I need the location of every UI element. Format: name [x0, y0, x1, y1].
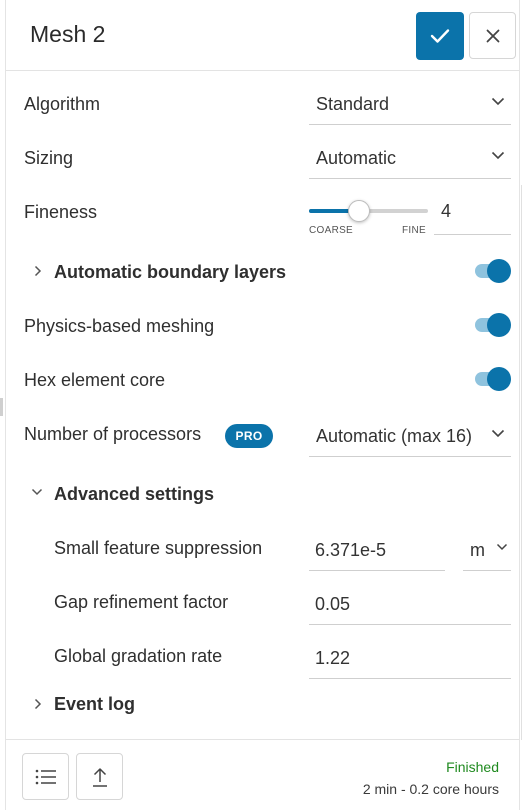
boundary-layers-toggle[interactable]	[475, 259, 511, 283]
panel-header: Mesh 2	[6, 0, 519, 71]
chevron-down-icon	[496, 543, 508, 551]
hex-core-toggle[interactable]	[475, 367, 511, 391]
confirm-button[interactable]	[416, 12, 464, 60]
fineness-slider-handle[interactable]	[347, 200, 370, 222]
chevron-down-icon	[491, 97, 505, 106]
algorithm-label: Algorithm	[24, 94, 101, 114]
event-log-label[interactable]: Event log	[54, 694, 135, 715]
close-icon	[486, 29, 499, 42]
sizing-label: Sizing	[24, 148, 74, 168]
fineness-value: 4	[441, 201, 452, 221]
algorithm-select[interactable]: Standard	[309, 81, 511, 125]
fineness-value-input[interactable]: 4	[434, 193, 511, 235]
list-button[interactable]	[22, 753, 69, 800]
processors-label: Number of processors	[24, 424, 202, 444]
unit-value: m	[470, 540, 485, 560]
pro-badge: PRO	[225, 424, 273, 448]
fineness-label: Fineness	[24, 202, 98, 222]
algorithm-value: Standard	[316, 94, 390, 114]
gradation-rate-value: 1.22	[315, 648, 351, 668]
panel-resize-handle[interactable]	[0, 398, 3, 416]
physics-meshing-label: Physics-based meshing	[24, 316, 215, 336]
toggle-knob	[487, 259, 511, 283]
gradation-rate-input[interactable]: 1.22	[309, 635, 511, 679]
gradation-rate-label: Global gradation rate	[54, 646, 223, 666]
page-title: Mesh 2	[30, 21, 106, 47]
run-cost-text: 2 min - 0.2 core hours	[362, 781, 499, 797]
processors-value: Automatic (max 16)	[316, 426, 473, 446]
small-feature-label: Small feature suppression	[54, 538, 263, 558]
panel-footer: Finished 2 min - 0.2 core hours	[6, 739, 519, 811]
gap-refinement-value: 0.05	[315, 594, 351, 614]
toggle-knob	[487, 313, 511, 337]
unit-select[interactable]: m	[463, 527, 511, 571]
mesh-settings-panel: Mesh 2 Algorithm Standard Sizing Automat…	[5, 0, 522, 811]
scrollbar-track[interactable]	[521, 185, 522, 740]
chevron-down-icon	[491, 151, 505, 160]
advanced-settings-label[interactable]: Advanced settings	[54, 484, 214, 505]
status-text: Finished	[446, 759, 499, 775]
sizing-select[interactable]: Automatic	[309, 135, 511, 179]
list-icon	[35, 769, 56, 784]
small-feature-input[interactable]: 6.371e-5	[309, 527, 445, 571]
toggle-knob	[487, 367, 511, 391]
physics-meshing-toggle[interactable]	[475, 313, 511, 337]
check-icon	[430, 29, 450, 43]
chevron-right-icon[interactable]	[34, 698, 42, 710]
small-feature-value: 6.371e-5	[315, 540, 387, 560]
coarse-label: COARSE	[309, 225, 354, 236]
upload-button[interactable]	[76, 753, 123, 800]
hex-core-label: Hex element core	[24, 370, 166, 390]
gap-refinement-input[interactable]: 0.05	[309, 581, 511, 625]
processors-select[interactable]: Automatic (max 16)	[309, 413, 511, 457]
upload-icon	[92, 767, 107, 787]
chevron-down-icon	[491, 429, 505, 438]
close-button[interactable]	[469, 12, 516, 59]
chevron-down-icon[interactable]	[31, 488, 43, 496]
gap-refinement-label: Gap refinement factor	[54, 592, 229, 612]
sizing-value: Automatic	[316, 148, 397, 168]
boundary-layers-label[interactable]: Automatic boundary layers	[54, 262, 286, 283]
fine-label: FINE	[402, 225, 426, 236]
chevron-right-icon[interactable]	[34, 265, 42, 277]
